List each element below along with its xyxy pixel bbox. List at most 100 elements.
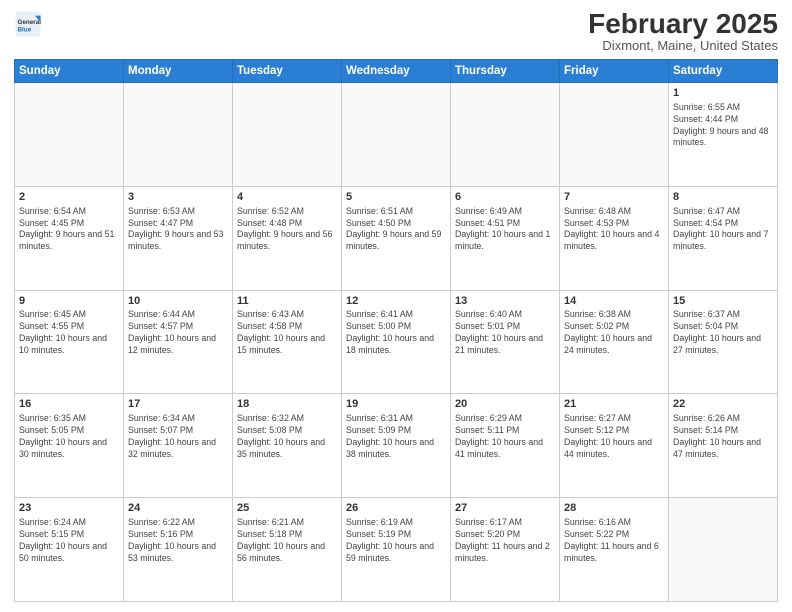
calendar-cell: 6Sunrise: 6:49 AMSunset: 4:51 PMDaylight… bbox=[451, 186, 560, 290]
calendar-cell: 7Sunrise: 6:48 AMSunset: 4:53 PMDaylight… bbox=[560, 186, 669, 290]
calendar-table: Sunday Monday Tuesday Wednesday Thursday… bbox=[14, 59, 778, 602]
calendar-cell: 20Sunrise: 6:29 AMSunset: 5:11 PMDayligh… bbox=[451, 394, 560, 498]
day-info: Sunrise: 6:34 AMSunset: 5:07 PMDaylight:… bbox=[128, 413, 228, 461]
calendar-week-row: 23Sunrise: 6:24 AMSunset: 5:15 PMDayligh… bbox=[15, 498, 778, 602]
day-number: 6 bbox=[455, 190, 555, 205]
day-info: Sunrise: 6:31 AMSunset: 5:09 PMDaylight:… bbox=[346, 413, 446, 461]
day-info: Sunrise: 6:21 AMSunset: 5:18 PMDaylight:… bbox=[237, 517, 337, 565]
day-number: 17 bbox=[128, 397, 228, 412]
day-number: 8 bbox=[673, 190, 773, 205]
day-number: 27 bbox=[455, 501, 555, 516]
day-number: 7 bbox=[564, 190, 664, 205]
calendar-cell bbox=[15, 83, 124, 187]
day-info: Sunrise: 6:19 AMSunset: 5:19 PMDaylight:… bbox=[346, 517, 446, 565]
calendar-title: February 2025 bbox=[588, 10, 778, 38]
col-sunday: Sunday bbox=[15, 60, 124, 83]
day-number: 18 bbox=[237, 397, 337, 412]
day-number: 23 bbox=[19, 501, 119, 516]
col-friday: Friday bbox=[560, 60, 669, 83]
day-info: Sunrise: 6:32 AMSunset: 5:08 PMDaylight:… bbox=[237, 413, 337, 461]
day-number: 10 bbox=[128, 294, 228, 309]
day-number: 25 bbox=[237, 501, 337, 516]
day-info: Sunrise: 6:17 AMSunset: 5:20 PMDaylight:… bbox=[455, 517, 555, 565]
day-info: Sunrise: 6:49 AMSunset: 4:51 PMDaylight:… bbox=[455, 206, 555, 254]
day-info: Sunrise: 6:43 AMSunset: 4:58 PMDaylight:… bbox=[237, 309, 337, 357]
logo: General Blue bbox=[14, 10, 42, 38]
day-info: Sunrise: 6:40 AMSunset: 5:01 PMDaylight:… bbox=[455, 309, 555, 357]
svg-text:Blue: Blue bbox=[18, 27, 32, 34]
day-info: Sunrise: 6:24 AMSunset: 5:15 PMDaylight:… bbox=[19, 517, 119, 565]
day-number: 19 bbox=[346, 397, 446, 412]
day-number: 28 bbox=[564, 501, 664, 516]
calendar-cell: 10Sunrise: 6:44 AMSunset: 4:57 PMDayligh… bbox=[124, 290, 233, 394]
calendar-week-row: 1Sunrise: 6:55 AMSunset: 4:44 PMDaylight… bbox=[15, 83, 778, 187]
day-info: Sunrise: 6:54 AMSunset: 4:45 PMDaylight:… bbox=[19, 206, 119, 254]
day-number: 24 bbox=[128, 501, 228, 516]
calendar-cell bbox=[560, 83, 669, 187]
day-info: Sunrise: 6:53 AMSunset: 4:47 PMDaylight:… bbox=[128, 206, 228, 254]
day-info: Sunrise: 6:55 AMSunset: 4:44 PMDaylight:… bbox=[673, 102, 773, 150]
day-number: 9 bbox=[19, 294, 119, 309]
day-info: Sunrise: 6:44 AMSunset: 4:57 PMDaylight:… bbox=[128, 309, 228, 357]
day-info: Sunrise: 6:37 AMSunset: 5:04 PMDaylight:… bbox=[673, 309, 773, 357]
day-number: 1 bbox=[673, 86, 773, 101]
calendar-cell: 24Sunrise: 6:22 AMSunset: 5:16 PMDayligh… bbox=[124, 498, 233, 602]
day-info: Sunrise: 6:41 AMSunset: 5:00 PMDaylight:… bbox=[346, 309, 446, 357]
day-number: 13 bbox=[455, 294, 555, 309]
header: General Blue February 2025 Dixmont, Main… bbox=[14, 10, 778, 53]
calendar-week-row: 16Sunrise: 6:35 AMSunset: 5:05 PMDayligh… bbox=[15, 394, 778, 498]
day-number: 21 bbox=[564, 397, 664, 412]
day-number: 15 bbox=[673, 294, 773, 309]
calendar-cell: 14Sunrise: 6:38 AMSunset: 5:02 PMDayligh… bbox=[560, 290, 669, 394]
calendar-cell: 18Sunrise: 6:32 AMSunset: 5:08 PMDayligh… bbox=[233, 394, 342, 498]
day-info: Sunrise: 6:16 AMSunset: 5:22 PMDaylight:… bbox=[564, 517, 664, 565]
calendar-cell bbox=[233, 83, 342, 187]
day-info: Sunrise: 6:52 AMSunset: 4:48 PMDaylight:… bbox=[237, 206, 337, 254]
calendar-cell bbox=[451, 83, 560, 187]
day-number: 3 bbox=[128, 190, 228, 205]
day-number: 20 bbox=[455, 397, 555, 412]
calendar-location: Dixmont, Maine, United States bbox=[588, 38, 778, 53]
title-block: February 2025 Dixmont, Maine, United Sta… bbox=[588, 10, 778, 53]
day-info: Sunrise: 6:29 AMSunset: 5:11 PMDaylight:… bbox=[455, 413, 555, 461]
calendar-cell: 22Sunrise: 6:26 AMSunset: 5:14 PMDayligh… bbox=[669, 394, 778, 498]
day-info: Sunrise: 6:51 AMSunset: 4:50 PMDaylight:… bbox=[346, 206, 446, 254]
col-tuesday: Tuesday bbox=[233, 60, 342, 83]
calendar-cell: 1Sunrise: 6:55 AMSunset: 4:44 PMDaylight… bbox=[669, 83, 778, 187]
calendar-header: Sunday Monday Tuesday Wednesday Thursday… bbox=[15, 60, 778, 83]
calendar-cell bbox=[669, 498, 778, 602]
calendar-cell: 25Sunrise: 6:21 AMSunset: 5:18 PMDayligh… bbox=[233, 498, 342, 602]
day-number: 12 bbox=[346, 294, 446, 309]
calendar-cell: 12Sunrise: 6:41 AMSunset: 5:00 PMDayligh… bbox=[342, 290, 451, 394]
day-number: 2 bbox=[19, 190, 119, 205]
day-number: 22 bbox=[673, 397, 773, 412]
calendar-cell: 17Sunrise: 6:34 AMSunset: 5:07 PMDayligh… bbox=[124, 394, 233, 498]
calendar-cell: 4Sunrise: 6:52 AMSunset: 4:48 PMDaylight… bbox=[233, 186, 342, 290]
calendar-cell: 5Sunrise: 6:51 AMSunset: 4:50 PMDaylight… bbox=[342, 186, 451, 290]
day-number: 14 bbox=[564, 294, 664, 309]
day-number: 26 bbox=[346, 501, 446, 516]
header-row: Sunday Monday Tuesday Wednesday Thursday… bbox=[15, 60, 778, 83]
calendar-cell: 26Sunrise: 6:19 AMSunset: 5:19 PMDayligh… bbox=[342, 498, 451, 602]
day-info: Sunrise: 6:38 AMSunset: 5:02 PMDaylight:… bbox=[564, 309, 664, 357]
calendar-cell: 9Sunrise: 6:45 AMSunset: 4:55 PMDaylight… bbox=[15, 290, 124, 394]
day-info: Sunrise: 6:27 AMSunset: 5:12 PMDaylight:… bbox=[564, 413, 664, 461]
day-number: 16 bbox=[19, 397, 119, 412]
svg-text:General: General bbox=[18, 19, 42, 26]
day-info: Sunrise: 6:26 AMSunset: 5:14 PMDaylight:… bbox=[673, 413, 773, 461]
col-thursday: Thursday bbox=[451, 60, 560, 83]
col-wednesday: Wednesday bbox=[342, 60, 451, 83]
logo-icon: General Blue bbox=[14, 10, 42, 38]
calendar-cell: 13Sunrise: 6:40 AMSunset: 5:01 PMDayligh… bbox=[451, 290, 560, 394]
calendar-cell: 8Sunrise: 6:47 AMSunset: 4:54 PMDaylight… bbox=[669, 186, 778, 290]
calendar-cell: 27Sunrise: 6:17 AMSunset: 5:20 PMDayligh… bbox=[451, 498, 560, 602]
day-info: Sunrise: 6:45 AMSunset: 4:55 PMDaylight:… bbox=[19, 309, 119, 357]
calendar-cell bbox=[124, 83, 233, 187]
day-number: 5 bbox=[346, 190, 446, 205]
calendar-cell: 28Sunrise: 6:16 AMSunset: 5:22 PMDayligh… bbox=[560, 498, 669, 602]
calendar-body: 1Sunrise: 6:55 AMSunset: 4:44 PMDaylight… bbox=[15, 83, 778, 602]
day-number: 11 bbox=[237, 294, 337, 309]
col-saturday: Saturday bbox=[669, 60, 778, 83]
calendar-cell: 16Sunrise: 6:35 AMSunset: 5:05 PMDayligh… bbox=[15, 394, 124, 498]
day-info: Sunrise: 6:48 AMSunset: 4:53 PMDaylight:… bbox=[564, 206, 664, 254]
